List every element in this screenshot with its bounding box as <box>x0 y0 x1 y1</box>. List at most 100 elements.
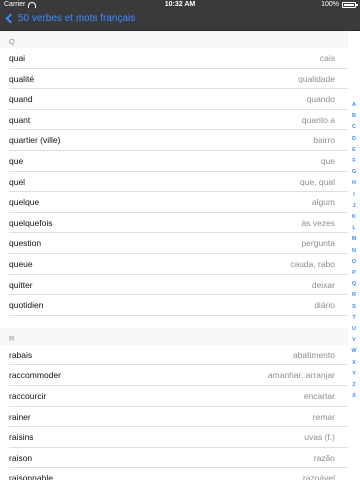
list-item[interactable]: que que <box>9 151 348 172</box>
french-word: quotidien <box>9 300 44 311</box>
index-letter[interactable]: R <box>352 290 356 301</box>
section-index[interactable]: ABCDEFGHIJKLMNOPQRSTUVWXYZß <box>348 100 360 402</box>
translation: deixar <box>311 279 335 290</box>
list-item[interactable]: quartier (ville) bairro <box>9 130 348 151</box>
list-item[interactable]: quelquefois às vezes <box>9 213 348 234</box>
list-item[interactable]: quelque algum <box>9 192 348 213</box>
translation: cauda, rabo <box>290 258 335 269</box>
translation: remar <box>312 411 335 422</box>
section-header: R <box>0 327 348 345</box>
french-word: raisonnable <box>9 473 53 480</box>
translation: pergunta <box>301 238 335 249</box>
french-word: raccommoder <box>9 370 61 381</box>
french-word: question <box>9 238 42 249</box>
french-word: quelquefois <box>9 217 53 228</box>
french-word: que <box>9 155 24 166</box>
index-letter[interactable]: H <box>352 178 356 189</box>
index-letter[interactable]: I <box>353 190 355 201</box>
list-item[interactable]: raisins uvas (f.) <box>9 427 348 448</box>
translation: amanhar, arranjar <box>267 370 335 381</box>
index-letter[interactable]: A <box>352 100 356 111</box>
french-word: raccourcir <box>9 390 47 401</box>
translation: diário <box>314 300 335 311</box>
translation: encartar <box>303 390 335 401</box>
battery-fill <box>344 3 354 6</box>
translation: que <box>320 155 335 166</box>
list-item[interactable]: quitter deixar <box>9 275 348 296</box>
list-item[interactable]: raccommoder amanhar, arranjar <box>9 365 348 386</box>
index-letter[interactable]: X <box>352 358 356 369</box>
index-letter[interactable]: C <box>352 122 356 133</box>
index-letter[interactable]: W <box>351 346 356 357</box>
translation: bairro <box>313 135 335 146</box>
french-word: quelque <box>9 197 40 208</box>
translation: abatimento <box>292 349 335 360</box>
french-word: quel <box>9 176 26 187</box>
index-letter[interactable]: F <box>352 156 355 167</box>
index-letter[interactable]: K <box>352 212 356 223</box>
french-word: rabais <box>9 349 33 360</box>
section-header: Q <box>0 31 348 48</box>
list-item[interactable]: raison razão <box>9 448 348 469</box>
index-letter[interactable]: T <box>352 313 355 324</box>
translation: que, qual <box>300 176 335 187</box>
index-letter[interactable]: V <box>352 335 356 346</box>
index-letter[interactable]: S <box>352 302 356 313</box>
french-word: rainer <box>9 411 31 422</box>
navigation-bar: 50 verbes et mots français <box>0 10 360 31</box>
index-letter[interactable]: Y <box>352 369 356 380</box>
list-item[interactable]: quotidien diário <box>9 295 348 316</box>
index-letter[interactable]: G <box>352 167 356 178</box>
index-letter[interactable]: P <box>352 268 356 279</box>
translation: uvas (f.) <box>304 432 335 443</box>
index-letter[interactable]: J <box>352 201 355 212</box>
french-word: quand <box>9 94 33 105</box>
index-letter[interactable]: E <box>352 145 356 156</box>
list-item[interactable]: raisonnable razoável <box>9 468 348 480</box>
list-item[interactable]: quant quanto a <box>9 110 348 131</box>
translation: razão <box>313 452 335 463</box>
french-word: qualité <box>9 73 35 84</box>
battery-icon <box>342 1 358 8</box>
translation: cais <box>319 53 335 63</box>
list-item[interactable]: rainer remar <box>9 407 348 428</box>
translation: qualidade <box>298 73 335 84</box>
index-letter[interactable]: L <box>352 223 355 234</box>
index-letter[interactable]: Z <box>352 380 355 391</box>
index-letter[interactable]: N <box>352 246 356 257</box>
list-item[interactable]: rabais abatimento <box>9 345 348 366</box>
status-right: 100% <box>321 1 358 8</box>
french-word: raisins <box>9 432 34 443</box>
index-letter[interactable]: U <box>352 324 356 335</box>
word-list[interactable]: Qquai cais qualité qualidade quand quando quan… <box>0 31 348 480</box>
list-item[interactable]: quand quando <box>9 89 348 110</box>
french-word: quartier (ville) <box>9 135 61 146</box>
index-letter[interactable]: B <box>352 111 356 122</box>
french-word: quant <box>9 114 31 125</box>
french-word: quai <box>9 53 26 63</box>
back-button[interactable]: 50 verbes et mots français <box>4 13 135 24</box>
index-letter[interactable]: ß <box>352 391 355 402</box>
index-letter[interactable]: Q <box>352 279 356 290</box>
list-item[interactable]: quai cais <box>9 48 348 69</box>
french-word: raison <box>9 452 33 463</box>
chevron-left-icon <box>5 13 16 24</box>
list-item[interactable]: question pergunta <box>9 233 348 254</box>
list-item[interactable]: queue cauda, rabo <box>9 254 348 275</box>
index-letter[interactable]: D <box>352 134 356 145</box>
list-item[interactable]: raccourcir encartar <box>9 386 348 407</box>
index-letter[interactable]: M <box>352 234 357 245</box>
list-item[interactable]: qualité qualidade <box>9 69 348 90</box>
translation: algum <box>311 197 335 208</box>
french-word: queue <box>9 258 33 269</box>
french-word: quitter <box>9 279 33 290</box>
status-bar: Carrier 10:32 AM 100% <box>0 0 360 10</box>
index-letter[interactable]: O <box>352 257 356 268</box>
translation: quanto a <box>301 114 335 125</box>
list-item[interactable]: quel que, qual <box>9 172 348 193</box>
translation: razoável <box>302 473 335 480</box>
back-button-label: 50 verbes et mots français <box>18 13 136 24</box>
status-time: 10:32 AM <box>164 1 196 8</box>
translation: quando <box>306 94 335 105</box>
